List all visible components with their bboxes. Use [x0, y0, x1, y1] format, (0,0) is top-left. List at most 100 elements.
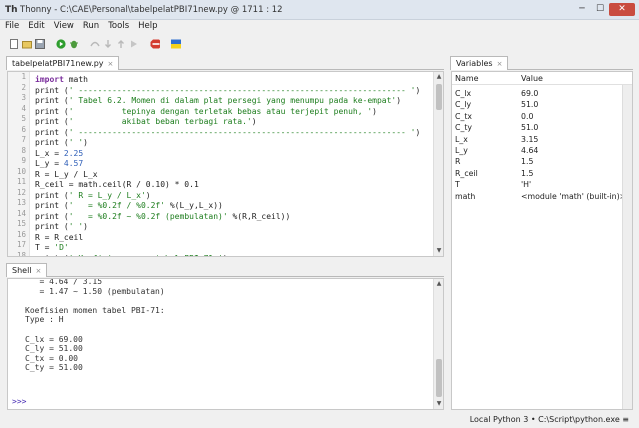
code-line[interactable]: R = L_y / L_x [35, 170, 431, 181]
flag-icon[interactable] [171, 39, 181, 49]
code-line[interactable]: L_y = 4.57 [35, 159, 431, 170]
column-header-name[interactable]: Name [455, 72, 479, 85]
shell-tab-bar: Shell × [6, 263, 444, 277]
scroll-up-icon[interactable]: ▲ [434, 279, 443, 289]
variable-row[interactable]: L_x 3.15 [452, 134, 632, 145]
variable-name: C_ty [455, 123, 473, 133]
variable-row[interactable]: L_y 4.64 [452, 145, 632, 156]
code-line[interactable]: print (' R = L_y / L_x') [35, 191, 431, 202]
variable-value: 69.0 [521, 89, 539, 98]
shell-output-line: Type : H [25, 315, 64, 325]
variable-row[interactable]: C_lx 69.0 [452, 88, 632, 99]
resume-icon[interactable] [129, 39, 139, 49]
code-line[interactable]: print (' -------------------------------… [35, 86, 431, 97]
variable-row[interactable]: C_ly 51.0 [452, 99, 632, 110]
run-icon[interactable] [56, 39, 66, 49]
minimize-button[interactable]: ─ [573, 3, 591, 16]
editor-scrollbar[interactable]: ▲ ▼ [433, 72, 443, 256]
shell-output: = 4.64 / 3.15 = 1.47 ~ 1.50 (pembulatan)… [25, 279, 431, 373]
variable-row[interactable]: R_ceil 1.5 [452, 168, 632, 179]
code-line[interactable]: print (' ') [35, 138, 431, 149]
tab-variables[interactable]: Variables × [450, 56, 509, 70]
code-line[interactable]: R = R_ceil [35, 233, 431, 244]
scroll-up-icon[interactable]: ▲ [434, 72, 443, 82]
line-number: 6 [21, 124, 26, 134]
shell-tab-label: Shell [12, 266, 32, 275]
code-line[interactable]: T = 'D' [35, 243, 431, 254]
code-line[interactable]: print (' = %0.2f ~ %0.2f (pembulatan)' %… [35, 212, 431, 223]
code-line[interactable]: print (' -------------------------------… [35, 128, 431, 139]
code-editor[interactable]: 12345678910111213141516171819 import mat… [7, 71, 444, 257]
editor-tab-label: tabelpelatPBI71new.py [12, 59, 104, 68]
tab-shell[interactable]: Shell × [6, 263, 48, 277]
code-line[interactable]: print (' Koefisien momen tabel PBI-71:') [35, 254, 431, 257]
thonny-logo-icon: Th [5, 5, 18, 15]
code-area[interactable]: import math print (' --------------------… [35, 75, 431, 257]
code-line[interactable]: print (' tepinya dengan terletak bebas a… [35, 107, 431, 118]
new-file-icon[interactable] [9, 39, 19, 49]
variable-value: 1.5 [521, 168, 534, 178]
variable-name: math [455, 191, 476, 201]
debug-icon[interactable] [69, 39, 79, 49]
code-line[interactable]: import math [35, 75, 431, 86]
stop-icon[interactable] [150, 39, 160, 49]
variable-value: 51.0 [521, 123, 539, 133]
code-line[interactable]: print (' akibat beban terbagi rata.') [35, 117, 431, 128]
status-bar: Local Python 3 • C:\Script\python.exe ≡ [0, 411, 639, 428]
shell-output-line [25, 325, 431, 335]
shell-output-line: C_ly = 51.00 [25, 344, 83, 354]
tab-editor-file[interactable]: tabelpelatPBI71new.py × [6, 56, 120, 70]
shell-output-line: Koefisien momen tabel PBI-71: [25, 305, 165, 315]
variable-row[interactable]: R 1.5 [452, 156, 632, 167]
variable-value: 3.15 [521, 134, 539, 144]
variables-header: Name Value [452, 72, 632, 85]
menu-run[interactable]: Run [83, 20, 99, 33]
step-over-icon[interactable] [90, 39, 100, 49]
close-tab-icon[interactable]: × [36, 267, 42, 275]
interpreter-selector[interactable]: Local Python 3 • C:\Script\python.exe ≡ [470, 414, 629, 425]
save-icon[interactable] [35, 39, 45, 49]
code-line[interactable]: L_x = 2.25 [35, 149, 431, 160]
scrollbar-thumb[interactable] [436, 359, 442, 397]
variable-row[interactable]: T 'H' [452, 179, 632, 190]
menu-bar: File Edit View Run Tools Help [0, 20, 639, 33]
shell-prompt[interactable]: >>> [12, 397, 26, 406]
code-line[interactable]: print (' ') [35, 222, 431, 233]
maximize-button[interactable]: ☐ [591, 3, 609, 16]
line-number: 9 [21, 156, 26, 165]
variable-row[interactable]: C_tx 0.0 [452, 111, 632, 122]
variable-name: R_ceil [455, 168, 478, 178]
editor-tab-bar: tabelpelatPBI71new.py × [6, 56, 444, 70]
column-header-value[interactable]: Value [521, 72, 543, 85]
scrollbar-thumb[interactable] [436, 84, 442, 110]
variable-row[interactable]: math <module 'math' (built-in)> [452, 191, 632, 202]
line-number: 4 [21, 103, 26, 113]
shell-console[interactable]: = 4.64 / 3.15 = 1.47 ~ 1.50 (pembulatan)… [7, 278, 444, 410]
close-tab-icon[interactable]: × [497, 60, 503, 68]
code-line[interactable]: print (' Tabel 6.2. Momen di dalam plat … [35, 96, 431, 107]
line-number: 8 [21, 145, 26, 155]
line-number: 12 [16, 187, 26, 197]
code-line[interactable]: print (' = %0.2f / %0.2f' %(L_y,L_x)) [35, 201, 431, 212]
variables-scrollbar[interactable] [622, 85, 632, 409]
variable-row[interactable]: C_ty 51.0 [452, 122, 632, 133]
scroll-down-icon[interactable]: ▼ [434, 246, 443, 256]
variable-name: T [455, 180, 460, 190]
shell-output-line: C_lx = 69.00 [25, 334, 83, 344]
line-number: 5 [21, 114, 26, 123]
menu-tools[interactable]: Tools [108, 20, 129, 33]
shell-scrollbar[interactable]: ▲ ▼ [433, 279, 443, 409]
menu-edit[interactable]: Edit [28, 20, 44, 33]
menu-view[interactable]: View [54, 20, 74, 33]
code-line[interactable]: R_ceil = math.ceil(R / 0.10) * 0.1 [35, 180, 431, 191]
menu-help[interactable]: Help [138, 20, 157, 33]
open-file-icon[interactable] [22, 39, 32, 49]
step-out-icon[interactable] [116, 39, 126, 49]
scroll-down-icon[interactable]: ▼ [434, 399, 443, 409]
line-number: 7 [21, 135, 26, 144]
close-button[interactable]: ✕ [609, 3, 635, 16]
step-into-icon[interactable] [103, 39, 113, 49]
close-tab-icon[interactable]: × [108, 60, 114, 68]
variable-value: 'H' [521, 180, 532, 190]
menu-file[interactable]: File [5, 20, 19, 33]
